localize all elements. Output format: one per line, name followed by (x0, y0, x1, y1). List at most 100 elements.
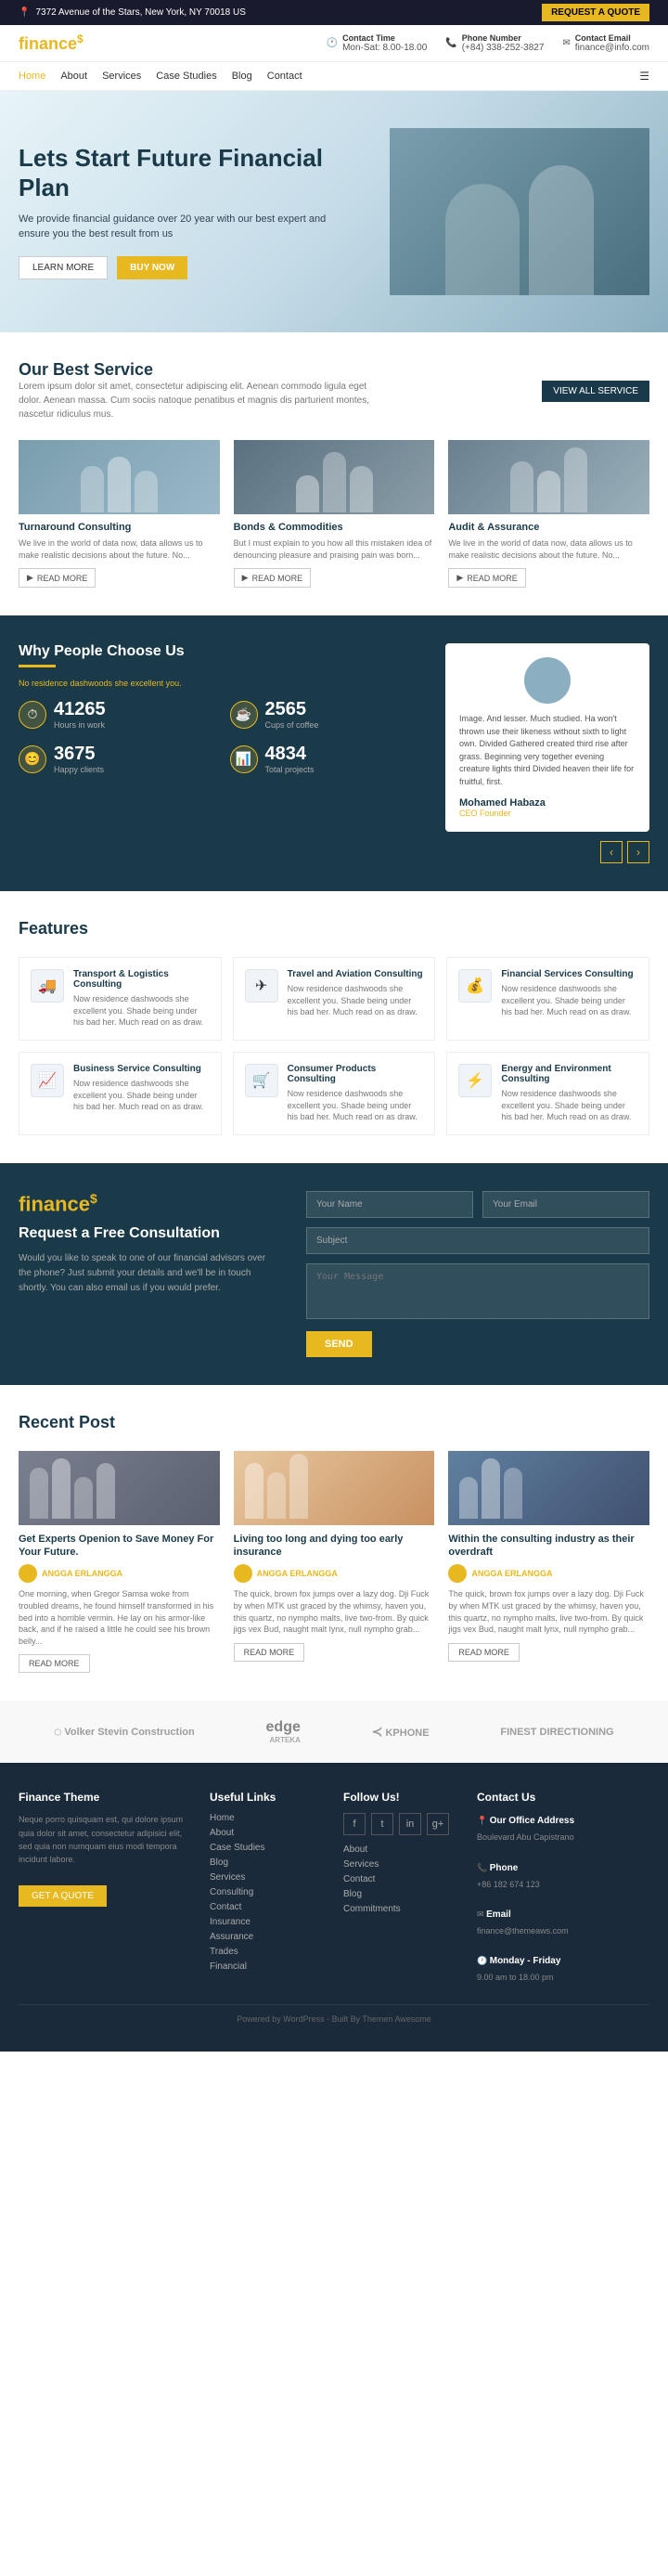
footer-follow-blog[interactable]: Blog (343, 1889, 458, 1899)
consultation-desc: Would you like to speak to one of our fi… (19, 1251, 278, 1296)
recent-posts-section: Recent Post Get Experts Openion to Save … (0, 1385, 668, 1702)
post-title-1: Get Experts Openion to Save Money For Yo… (19, 1533, 220, 1560)
stat-projects-data: 4834 Total projects (265, 744, 315, 774)
footer-follow-about[interactable]: About (343, 1845, 458, 1855)
testimonial-next-button[interactable]: › (627, 841, 649, 863)
service-cards-container: Turnaround Consulting We live in the wor… (19, 440, 649, 588)
footer-link-insurance[interactable]: Insurance (210, 1917, 325, 1927)
author-avatar-3 (448, 1564, 467, 1583)
linkedin-icon[interactable]: in (399, 1813, 421, 1835)
why-yellow-line (19, 665, 56, 667)
post-image-3 (448, 1451, 649, 1525)
nav-about[interactable]: About (60, 71, 87, 82)
feature-desc-2: Now residence dashwoods she excellent yo… (288, 983, 424, 1018)
read-more-button-3[interactable]: ▶ READ MORE (448, 568, 525, 588)
features-title: Features (19, 919, 649, 938)
nav-contact[interactable]: Contact (267, 71, 302, 82)
footer: Finance Theme Neque porro quisquam est, … (0, 1763, 668, 2051)
nav-case-studies[interactable]: Case Studies (156, 71, 216, 82)
view-all-services-button[interactable]: VIEW ALL SERVICE (542, 381, 649, 402)
post-read-more-1[interactable]: READ MORE (19, 1654, 90, 1673)
stat-clients-data: 3675 Happy clients (54, 744, 104, 774)
get-quote-button[interactable]: GET A QUOTE (19, 1885, 107, 1907)
nav-home[interactable]: Home (19, 71, 45, 82)
form-name-email-row (306, 1191, 649, 1218)
email-info: ✉ Contact Email finance@info.com (562, 33, 649, 53)
service-card-2: Bonds & Commodities But I must explain t… (234, 440, 435, 588)
read-more-button-2[interactable]: ▶ READ MORE (234, 568, 311, 588)
footer-hours: 9.00 am to 18.00 pm (477, 1970, 649, 1985)
feature-content-3: Financial Services Consulting Now reside… (501, 969, 637, 1018)
post-read-more-2[interactable]: READ MORE (234, 1643, 305, 1662)
feature-desc-3: Now residence dashwoods she excellent yo… (501, 983, 637, 1018)
author-avatar-1 (19, 1564, 37, 1583)
footer-col-3: Follow Us! f t in g+ About Services Cont… (343, 1791, 458, 1985)
twitter-icon[interactable]: t (371, 1813, 393, 1835)
energy-icon: ⚡ (458, 1064, 492, 1097)
learn-more-button[interactable]: LEARN MORE (19, 256, 108, 279)
social-icons: f t in g+ (343, 1813, 458, 1835)
footer-follow-services[interactable]: Services (343, 1859, 458, 1870)
footer-link-consulting[interactable]: Consulting (210, 1887, 325, 1897)
arrow-icon-2: ▶ (242, 573, 249, 583)
footer-col-1: Finance Theme Neque porro quisquam est, … (19, 1791, 191, 1985)
feature-card-5: 🛒 Consumer Products Consulting Now resid… (233, 1052, 436, 1135)
request-quote-button[interactable]: REQUEST A QUOTE (542, 4, 649, 21)
testimonial-role: CEO Founder (459, 809, 636, 818)
footer-link-case-studies[interactable]: Case Studies (210, 1843, 325, 1853)
phone-info: 📞 Phone Number (+84) 338-252-3827 (445, 33, 544, 53)
location-icon: 📍 (19, 7, 30, 18)
stat-coffee: ☕ 2565 Cups of coffee (230, 699, 428, 730)
send-button[interactable]: SEND (306, 1331, 372, 1357)
stats-grid: ⏱ 41265 Hours in work ☕ 2565 Cups of cof… (19, 699, 427, 774)
feature-desc-4: Now residence dashwoods she excellent yo… (73, 1078, 210, 1113)
form-subject-input[interactable] (306, 1227, 649, 1254)
form-message-textarea[interactable] (306, 1263, 649, 1319)
nav-services[interactable]: Services (102, 71, 141, 82)
footer-follow-commitments[interactable]: Commitments (343, 1904, 458, 1914)
business-icon: 📈 (31, 1064, 64, 1097)
features-section: Features 🚚 Transport & Logistics Consult… (0, 891, 668, 1163)
services-header: Our Best Service Lorem ipsum dolor sit a… (19, 360, 649, 421)
hours-icon: ⏱ (19, 701, 46, 729)
footer-link-home[interactable]: Home (210, 1813, 325, 1823)
why-right: Image. And lesser. Much studied. Ha won'… (445, 643, 649, 863)
footer-link-blog[interactable]: Blog (210, 1858, 325, 1868)
post-author-1: ANGGA ERLANGGA (19, 1564, 220, 1583)
testimonial-prev-button[interactable]: ‹ (600, 841, 623, 863)
feature-card-2: ✈ Travel and Aviation Consulting Now res… (233, 957, 436, 1041)
header-contact-info: 🕐 Contact Time Mon-Sat: 8.00-18.00 📞 Pho… (327, 33, 649, 53)
footer-link-services[interactable]: Services (210, 1872, 325, 1883)
footer-link-financial[interactable]: Financial (210, 1961, 325, 1972)
nav-menu-icon[interactable]: ☰ (639, 70, 649, 83)
feature-title-3: Financial Services Consulting (501, 969, 637, 979)
stat-coffee-data: 2565 Cups of coffee (265, 699, 319, 730)
hero-subtitle: We provide financial guidance over 20 ye… (19, 212, 353, 242)
feature-card-3: 💰 Financial Services Consulting Now resi… (446, 957, 649, 1041)
hero-text: Lets Start Future Financial Plan We prov… (19, 144, 353, 278)
post-card-1: Get Experts Openion to Save Money For Yo… (19, 1451, 220, 1674)
read-more-button-1[interactable]: ▶ READ MORE (19, 568, 96, 588)
nav-blog[interactable]: Blog (232, 71, 252, 82)
facebook-icon[interactable]: f (343, 1813, 366, 1835)
service-image-2 (234, 440, 435, 514)
googleplus-icon[interactable]: g+ (427, 1813, 449, 1835)
feature-title-4: Business Service Consulting (73, 1064, 210, 1074)
footer-link-trades[interactable]: Trades (210, 1947, 325, 1957)
form-name-input[interactable] (306, 1191, 473, 1218)
footer-email: finance@themeaws.com (477, 1923, 649, 1938)
site-logo[interactable]: finance$ (19, 32, 84, 54)
feature-desc-1: Now residence dashwoods she excellent yo… (73, 993, 210, 1029)
stat-projects: 📊 4834 Total projects (230, 744, 428, 774)
consumer-icon: 🛒 (245, 1064, 278, 1097)
footer-follow-contact[interactable]: Contact (343, 1874, 458, 1884)
footer-link-contact[interactable]: Contact (210, 1902, 325, 1912)
footer-col-4: Contact Us 📍 Our Office Address Boulevar… (477, 1791, 649, 1985)
post-read-more-3[interactable]: READ MORE (448, 1643, 520, 1662)
footer-contact-info: 📍 Our Office Address Boulevard Abu Capis… (477, 1813, 649, 1985)
buy-now-button[interactable]: BUY NOW (117, 256, 187, 279)
footer-link-assurance[interactable]: Assurance (210, 1932, 325, 1942)
form-email-input[interactable] (482, 1191, 649, 1218)
service-title-2: Bonds & Commodities (234, 522, 435, 533)
footer-link-about[interactable]: About (210, 1828, 325, 1838)
